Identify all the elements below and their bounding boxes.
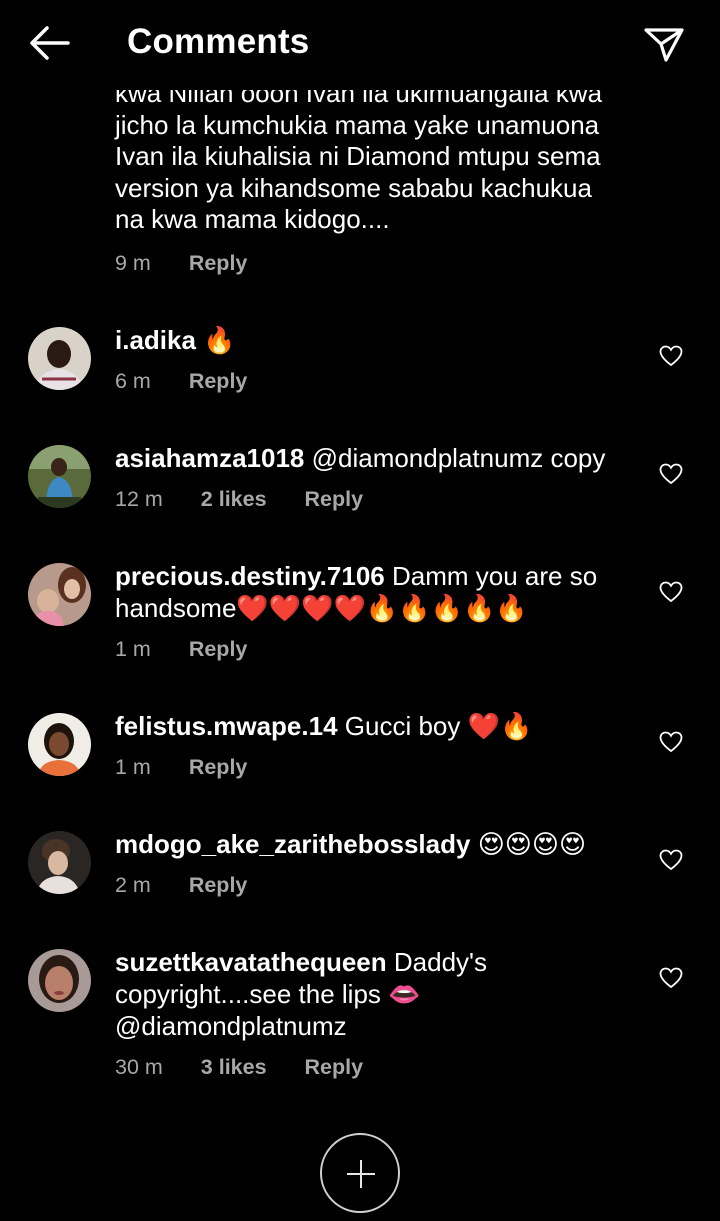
paper-plane-icon xyxy=(644,28,684,62)
reply-button[interactable]: Reply xyxy=(305,487,364,512)
comment-content: 😍😍😍😍 xyxy=(470,829,587,859)
heart-icon xyxy=(659,345,683,367)
comment-text: precious.destiny.7106 Damm you are so ha… xyxy=(115,560,645,624)
reply-button[interactable]: Reply xyxy=(189,873,248,898)
comment-time: 30 m xyxy=(115,1055,163,1079)
heart-icon xyxy=(659,463,683,485)
comment-time: 9 m xyxy=(115,251,151,275)
heart-icon xyxy=(659,967,683,989)
comment-username[interactable]: mdogo_ake_zarithebosslady xyxy=(115,829,470,859)
truncated-comment-line: version ya kihandsome sababu kachukua xyxy=(115,172,592,203)
avatar[interactable] xyxy=(28,327,91,390)
like-button[interactable] xyxy=(659,849,683,871)
comment-meta: 1 m Reply xyxy=(115,755,279,780)
comment-text: suzettkavatathequeen Daddy's copyright..… xyxy=(115,946,645,1042)
truncated-comment-text: kwa Nillah oooh Ivan ila ukimuangalia kw… xyxy=(115,78,675,236)
comment-username[interactable]: precious.destiny.7106 xyxy=(115,561,385,591)
heart-icon xyxy=(659,581,683,603)
likes-count[interactable]: 2 likes xyxy=(201,487,267,512)
like-button[interactable] xyxy=(659,967,683,989)
comment-username[interactable]: suzettkavatathequeen xyxy=(115,947,387,977)
comment-time: 6 m xyxy=(115,369,151,393)
reply-button[interactable]: Reply xyxy=(189,755,248,780)
heart-icon xyxy=(659,849,683,871)
comment-time: 1 m xyxy=(115,755,151,779)
avatar[interactable] xyxy=(28,445,91,508)
top-bar: Comments xyxy=(0,0,720,90)
comments-screen: kwa Nillah oooh Ivan ila ukimuangalia kw… xyxy=(0,0,720,1221)
comment-meta: 1 m Reply xyxy=(115,637,279,662)
heart-icon xyxy=(659,731,683,753)
reply-button[interactable]: Reply xyxy=(189,251,248,276)
comment-time: 1 m xyxy=(115,637,151,661)
avatar[interactable] xyxy=(28,563,91,626)
page-title: Comments xyxy=(127,22,310,61)
reply-button[interactable]: Reply xyxy=(189,369,248,394)
comment-username[interactable]: felistus.mwape.14 xyxy=(115,711,338,741)
arrow-left-icon xyxy=(30,26,70,60)
avatar[interactable] xyxy=(28,831,91,894)
comment-username[interactable]: i.adika xyxy=(115,325,196,355)
comment-username[interactable]: asiahamza1018 xyxy=(115,443,304,473)
comment-content: @diamondplatnumz copy xyxy=(304,443,606,473)
like-button[interactable] xyxy=(659,731,683,753)
comment-content: Gucci boy ❤️🔥 xyxy=(337,711,533,741)
reply-button[interactable]: Reply xyxy=(305,1055,364,1080)
back-button[interactable] xyxy=(28,24,72,64)
comment-text: i.adika 🔥 xyxy=(115,324,645,356)
add-button[interactable] xyxy=(320,1133,400,1213)
like-button[interactable] xyxy=(659,581,683,603)
reply-button[interactable]: Reply xyxy=(189,637,248,662)
comment-meta: 2 m Reply xyxy=(115,873,279,898)
truncated-comment-line: jicho la kumchukia mama yake unamuona xyxy=(115,109,600,140)
truncated-comment-line: na kwa mama kidogo.... xyxy=(115,204,390,234)
truncated-comment-meta: 9 m Reply xyxy=(115,251,279,276)
like-button[interactable] xyxy=(659,345,683,367)
likes-count[interactable]: 3 likes xyxy=(201,1055,267,1080)
comment-text: felistus.mwape.14 Gucci boy ❤️🔥 xyxy=(115,710,645,742)
comment-text: mdogo_ake_zarithebosslady 😍😍😍😍 xyxy=(115,828,645,860)
comment-time: 12 m xyxy=(115,487,163,511)
comment-meta: 30 m 3 likes Reply xyxy=(115,1055,395,1080)
share-button[interactable] xyxy=(642,22,686,66)
like-button[interactable] xyxy=(659,463,683,485)
comment-meta: 12 m 2 likes Reply xyxy=(115,487,395,512)
comment-content: 🔥 xyxy=(195,325,236,355)
comment-time: 2 m xyxy=(115,873,151,897)
truncated-comment-line: Ivan ila kiuhalisia ni Diamond mtupu sem… xyxy=(115,141,601,171)
comment-text: asiahamza1018 @diamondplatnumz copy xyxy=(115,442,645,474)
comment-meta: 6 m Reply xyxy=(115,369,279,394)
avatar[interactable] xyxy=(28,713,91,776)
avatar[interactable] xyxy=(28,949,91,1012)
